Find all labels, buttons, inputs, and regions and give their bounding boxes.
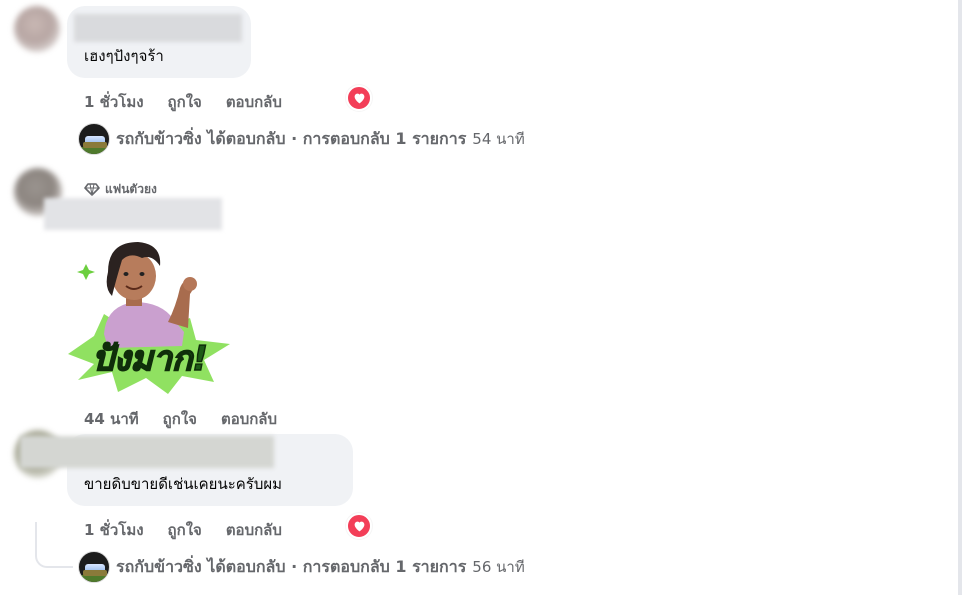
view-replies-link[interactable]: รถกับข้าวซิ่ง ได้ตอบกลับ · การตอบกลับ 1 … — [78, 123, 525, 155]
badge-label: แฟนตัวยง — [105, 182, 157, 196]
reply-button[interactable]: ตอบกลับ — [221, 407, 277, 431]
diamond-icon — [84, 183, 100, 196]
like-button[interactable]: ถูกใจ — [168, 90, 202, 114]
comment-actions: 1 ชั่วโมง ถูกใจ ตอบกลับ — [84, 518, 306, 542]
comment-timestamp[interactable]: 44 นาที — [84, 407, 139, 431]
scrollbar-track[interactable] — [958, 0, 962, 595]
reply-summary-time: 56 นาที — [472, 558, 525, 576]
reply-button[interactable]: ตอบกลับ — [226, 90, 282, 114]
like-button[interactable]: ถูกใจ — [168, 518, 202, 542]
commenter-avatar[interactable] — [14, 6, 60, 52]
like-button[interactable]: ถูกใจ — [163, 407, 197, 431]
reply-summary-time: 54 นาที — [472, 130, 525, 148]
commenter-name-blurred[interactable] — [20, 436, 274, 468]
comment-timestamp[interactable]: 1 ชั่วโมง — [84, 518, 144, 542]
reply-thread-connector — [35, 522, 73, 568]
sticker-text: ปังมาก! — [92, 339, 208, 379]
commenter-name-blurred[interactable] — [44, 198, 222, 230]
reply-button[interactable]: ตอบกลับ — [226, 518, 282, 542]
heart-icon[interactable] — [346, 85, 372, 111]
top-fan-badge: แฟนตัวยง — [84, 180, 157, 199]
comment-text: ขายดิบขายดีเช่นเคยนะครับผม — [84, 475, 283, 493]
view-replies-link[interactable]: รถกับข้าวซิ่ง ได้ตอบกลับ · การตอบกลับ 1 … — [78, 551, 525, 583]
comment-actions: 44 นาที ถูกใจ ตอบกลับ — [84, 407, 301, 431]
comment-timestamp[interactable]: 1 ชั่วโมง — [84, 90, 144, 114]
page-avatar — [78, 551, 110, 583]
comment-text: เฮงๆปังๆจร้า — [84, 47, 164, 65]
comment-actions: 1 ชั่วโมง ถูกใจ ตอบกลับ — [84, 90, 306, 114]
page-avatar — [78, 123, 110, 155]
sticker-image: ปังมาก! — [64, 236, 236, 396]
commenter-name-blurred[interactable] — [74, 14, 242, 42]
reply-summary-text: รถกับข้าวซิ่ง ได้ตอบกลับ · การตอบกลับ 1 … — [116, 556, 467, 576]
reply-summary-text: รถกับข้าวซิ่ง ได้ตอบกลับ · การตอบกลับ 1 … — [116, 128, 467, 148]
heart-icon[interactable] — [346, 513, 372, 539]
